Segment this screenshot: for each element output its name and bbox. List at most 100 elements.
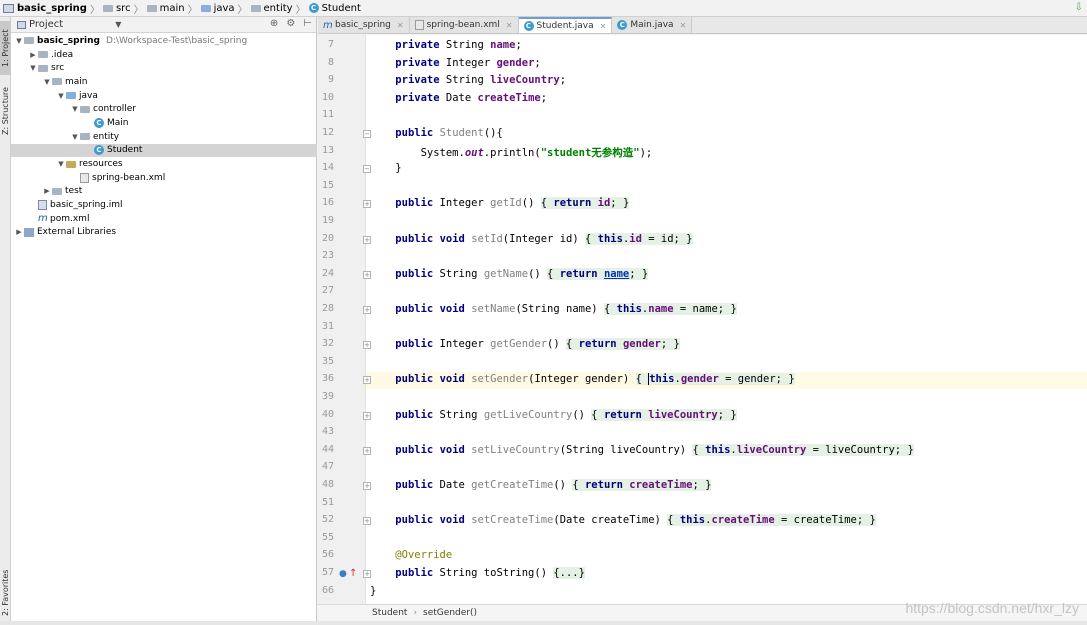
line-number: 51 <box>321 496 334 508</box>
tree-item-external-libraries[interactable]: ▶ External Libraries <box>11 226 317 240</box>
close-icon[interactable]: ✕ <box>600 22 607 31</box>
gear-icon[interactable]: ⚙ <box>286 18 295 29</box>
folder-icon <box>52 78 62 86</box>
tab-spring-bean-xml[interactable]: spring-bean.xml ✕ <box>409 17 519 33</box>
folder-icon <box>52 187 62 195</box>
chevron-right-icon: 〉 <box>89 4 100 16</box>
chevron-down-icon[interactable]: ▼ <box>56 160 66 168</box>
tab-basic-spring[interactable]: m basic_spring ✕ <box>318 17 410 33</box>
bottom-edge <box>0 621 1087 625</box>
tab-student-java[interactable]: C Student.java ✕ <box>518 17 613 33</box>
line-number: 8 <box>327 56 334 68</box>
chevron-right-icon[interactable]: ▶ <box>42 187 52 195</box>
navigation-breadcrumb: basic_spring 〉 src 〉 main 〉 java 〉 entit… <box>0 0 1087 17</box>
breadcrumb-src[interactable]: src <box>102 3 131 14</box>
chevron-right-icon[interactable]: ▶ <box>14 228 24 236</box>
tree-item-iml[interactable]: basic_spring.iml <box>11 198 317 212</box>
code-line: public Integer getGender() { return gend… <box>395 338 680 351</box>
hide-panel-icon[interactable]: ⊢ <box>303 18 312 29</box>
tree-item-idea[interactable]: ▶ .idea <box>11 48 317 62</box>
line-number: 66 <box>321 584 334 596</box>
folder-icon <box>38 51 48 59</box>
resources-folder-icon <box>66 160 76 168</box>
line-number: 12 <box>321 127 334 138</box>
tree-item-student-class[interactable]: C Student <box>11 143 317 158</box>
editor-gutter: 7 8 9 10 11 12 13 14 15 16 19 20 23 24 27 28 31 32 35 36 39 4… <box>318 35 366 604</box>
line-number: 52 <box>321 514 334 526</box>
line-number: 13 <box>321 144 334 156</box>
close-icon[interactable]: ✕ <box>506 21 513 30</box>
tree-item-basic-spring[interactable]: ▼ basic_spring D:\Workspace-Test\basic_spr… <box>11 34 317 48</box>
tree-item-entity[interactable]: ▼ entity <box>11 130 317 144</box>
line-number: 28 <box>321 303 334 314</box>
tree-item-resources[interactable]: ▼ resources <box>11 157 317 171</box>
line-number: 55 <box>321 531 334 543</box>
tree-item-main[interactable]: ▼ main <box>11 75 317 89</box>
line-number: 43 <box>321 426 334 438</box>
project-icon <box>3 3 14 13</box>
breadcrumb-student[interactable]: C Student <box>308 3 361 14</box>
chevron-right-icon[interactable]: ▶ <box>28 51 38 59</box>
line-number: 32 <box>321 338 334 350</box>
override-icon[interactable]: ● <box>339 569 347 579</box>
project-tree: ▼ basic_spring D:\Workspace-Test\basic_spr… <box>11 34 317 239</box>
project-view-selector[interactable]: Project <box>29 19 63 30</box>
line-number: 47 <box>321 461 334 473</box>
folder-icon <box>38 64 48 72</box>
tree-item-test[interactable]: ▶ test <box>11 185 317 199</box>
code-line: public void setName(String name) { this.… <box>395 303 737 315</box>
code-line: private String name; <box>395 39 522 51</box>
chevron-down-icon[interactable]: ▼ <box>14 37 24 45</box>
chevron-right-icon: 〉 <box>295 4 306 16</box>
line-number: 15 <box>321 179 334 191</box>
tree-item-java[interactable]: ▼ java <box>11 89 317 103</box>
panel-toolbar: ⊕ ⚙ ⊢ <box>270 18 312 29</box>
package-icon <box>80 133 90 141</box>
tree-item-spring-bean-xml[interactable]: spring-bean.xml <box>11 171 317 185</box>
class-icon: C <box>94 145 104 156</box>
iml-file-icon <box>38 200 47 211</box>
tab-main-java[interactable]: C Main.java ✕ <box>612 17 693 33</box>
class-icon: C <box>94 117 104 128</box>
code-editor[interactable]: 7 8 9 10 11 12 13 14 15 16 19 20 23 24 27 28 31 32 35 36 39 4… <box>318 35 1087 604</box>
breadcrumb-main[interactable]: main <box>146 3 185 14</box>
line-number: 7 <box>327 39 334 50</box>
chevron-right-icon: 〉 <box>237 4 248 16</box>
tree-item-pom[interactable]: m pom.xml <box>11 212 317 226</box>
close-icon[interactable]: ✕ <box>397 21 404 30</box>
scroll-from-source-icon[interactable]: ⊕ <box>270 18 278 29</box>
chevron-down-icon[interactable]: ▼ <box>56 92 66 100</box>
breadcrumb-entity[interactable]: entity <box>250 3 293 14</box>
project-tool-tab[interactable]: 1: Project <box>0 21 11 75</box>
up-arrow-icon[interactable]: ↑ <box>349 568 357 579</box>
line-number: 44 <box>321 443 334 455</box>
breadcrumb-java[interactable]: java <box>200 3 235 14</box>
line-number: 20 <box>321 232 334 244</box>
line-number: 11 <box>321 109 334 121</box>
line-number: 14 <box>321 162 334 174</box>
favorites-tool-tab[interactable]: 2: Favorites <box>0 565 11 621</box>
class-icon: C <box>617 20 628 30</box>
chevron-down-icon[interactable]: ▼ <box>28 64 38 72</box>
folder-icon <box>200 4 211 12</box>
chevron-down-icon[interactable]: ▼ <box>42 78 52 86</box>
tree-item-main-class[interactable]: C Main <box>11 116 317 130</box>
editor-crumb-class[interactable]: Student <box>372 608 407 618</box>
breadcrumb-project[interactable]: basic_spring <box>3 3 87 14</box>
update-arrow-icon[interactable]: ⇩ <box>1075 2 1083 13</box>
xml-file-icon <box>80 172 89 183</box>
chevron-down-icon[interactable]: ▼ <box>70 133 80 141</box>
chevron-right-icon: › <box>413 608 418 618</box>
code-line: private Integer gender; <box>395 56 541 69</box>
line-number: 39 <box>321 391 334 402</box>
tree-item-controller[interactable]: ▼ controller <box>11 102 317 116</box>
code-line: public void setLiveCountry(String liveCo… <box>395 443 914 456</box>
chevron-down-icon[interactable]: ▼ <box>70 105 80 113</box>
class-icon: C <box>523 21 534 31</box>
close-icon[interactable]: ✕ <box>680 21 687 30</box>
editor-crumb-method[interactable]: setGender() <box>423 608 477 618</box>
chevron-down-icon[interactable]: ▼ <box>115 20 121 29</box>
structure-tool-tab[interactable]: Z: Structure <box>0 81 11 141</box>
tool-window-stripe: 1: Project Z: Structure 2: Favorites <box>0 17 11 625</box>
tree-item-src[interactable]: ▼ src <box>11 61 317 75</box>
